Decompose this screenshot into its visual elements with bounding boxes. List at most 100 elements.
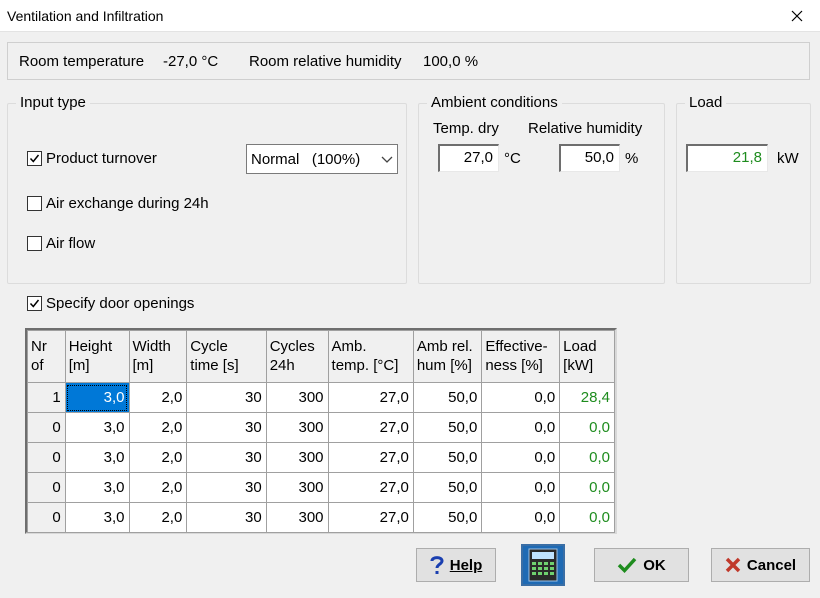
column-header-line: Load	[563, 338, 597, 355]
load-cell: 0,0	[559, 442, 615, 473]
nr-of-cell: 1	[27, 382, 66, 413]
table-cell[interactable]: 300	[265, 412, 329, 443]
column-header-line: Amb rel.	[416, 338, 473, 355]
air-flow-label: Air flow	[46, 235, 96, 252]
table-cell[interactable]: 30	[186, 442, 267, 473]
table-cell[interactable]: 2,0	[128, 472, 188, 503]
air-exchange-checkbox[interactable]: Air exchange during 24h	[27, 195, 209, 212]
table-cell[interactable]: 3,0	[64, 502, 130, 533]
column-header: Width [m]	[128, 330, 188, 383]
checkbox-box[interactable]	[27, 296, 42, 311]
temp-dry-field[interactable]: 27,0	[438, 144, 499, 172]
product-turnover-label: Product turnover	[46, 150, 157, 167]
column-header-line: temp. [°C]	[331, 357, 399, 374]
checkbox-box[interactable]	[27, 236, 42, 251]
temp-unit: °C	[504, 150, 521, 167]
load-cell: 0,0	[559, 472, 615, 503]
checkbox-box[interactable]	[27, 151, 42, 166]
help-button[interactable]: Help	[416, 548, 496, 582]
calculator-button[interactable]	[521, 544, 565, 586]
column-header: Nr of	[27, 330, 66, 383]
table-cell[interactable]: 50,0	[412, 412, 483, 443]
title-bar: Ventilation and Infiltration	[0, 0, 820, 32]
table-cell[interactable]: 30	[186, 412, 267, 443]
table-cell[interactable]: 0,0	[481, 382, 561, 413]
column-header: Effective-ness [%]	[481, 330, 561, 383]
room-temperature-label: Room temperature	[19, 53, 145, 70]
ok-button[interactable]: OK	[594, 548, 689, 582]
table-row: 0 3,0 2,0 30 300 27,0 50,0 0,0 0,0	[27, 472, 615, 503]
column-header: Height [m]	[64, 330, 130, 383]
table-cell[interactable]: 30	[186, 382, 267, 413]
door-openings-table: Nr of Height [m] Width [m] Cycle time [s] Cycles…	[27, 330, 615, 533]
air-flow-checkbox[interactable]: Air flow	[27, 235, 95, 252]
room-status-bar: Room temperature -27,0 °C Room relative …	[7, 42, 810, 80]
room-temperature-value: -27,0 °C	[163, 53, 219, 70]
checkmark-icon	[29, 154, 40, 163]
table-cell[interactable]: 27,0	[327, 502, 414, 533]
table-cell[interactable]: 27,0	[327, 442, 414, 473]
relative-humidity-field[interactable]: 50,0	[559, 144, 620, 172]
table-row: 0 3,0 2,0 30 300 27,0 50,0 0,0 0,0	[27, 412, 615, 443]
relative-humidity-label: Relative humidity	[528, 120, 643, 137]
air-exchange-label: Air exchange during 24h	[46, 195, 209, 212]
table-cell[interactable]: 2,0	[128, 382, 188, 413]
checkmark-icon	[29, 299, 40, 308]
table-cell[interactable]: 2,0	[128, 412, 188, 443]
table-cell[interactable]: 2,0	[128, 442, 188, 473]
nr-of-cell: 0	[27, 442, 66, 473]
table-cell[interactable]: 3,0	[64, 442, 130, 473]
table-cell[interactable]: 50,0	[412, 382, 483, 413]
column-header: Amb. temp. [°C]	[327, 330, 414, 383]
column-header-line: Cycles	[269, 338, 315, 355]
table-cell[interactable]: 50,0	[412, 472, 483, 503]
load-group-label: Load	[685, 94, 727, 111]
humidity-unit: %	[625, 150, 639, 167]
table-cell[interactable]: 27,0	[327, 382, 414, 413]
column-header-line: Width	[132, 338, 171, 355]
column-header-line: ness [%]	[485, 357, 543, 374]
help-button-label: Help	[449, 556, 483, 574]
door-openings-grid: Nr of Height [m] Width [m] Cycle time [s] Cycles…	[25, 328, 617, 534]
product-turnover-checkbox[interactable]: Product turnover	[27, 150, 157, 167]
table-cell[interactable]: 300	[265, 382, 329, 413]
table-cell[interactable]: 50,0	[412, 502, 483, 533]
table-cell[interactable]: 2,0	[128, 502, 188, 533]
table-cell[interactable]: 300	[265, 442, 329, 473]
table-cell[interactable]: 3,0	[64, 382, 130, 413]
column-header-line: [m]	[132, 357, 154, 374]
checkmark-icon	[618, 557, 637, 573]
table-cell[interactable]: 3,0	[64, 412, 130, 443]
specify-door-openings-checkbox[interactable]: Specify door openings	[27, 295, 194, 312]
table-cell[interactable]: 27,0	[327, 472, 414, 503]
table-cell[interactable]: 0,0	[481, 472, 561, 503]
column-header: Load [kW]	[559, 330, 615, 383]
column-header-line: Cycle	[190, 338, 228, 355]
load-cell: 0,0	[559, 502, 615, 533]
table-cell[interactable]: 30	[186, 502, 267, 533]
close-button[interactable]	[774, 0, 820, 32]
column-header-line: [kW]	[563, 357, 594, 374]
table-cell[interactable]: 50,0	[412, 442, 483, 473]
checkbox-box[interactable]	[27, 196, 42, 211]
column-header-line: of	[31, 357, 44, 374]
table-cell[interactable]: 30	[186, 472, 267, 503]
room-humidity-label: Room relative humidity	[249, 53, 402, 70]
load-unit: kW	[777, 150, 799, 167]
table-cell[interactable]: 27,0	[327, 412, 414, 443]
table-cell[interactable]: 300	[265, 472, 329, 503]
column-header-line: Amb.	[331, 338, 367, 355]
table-row: 1 3,0 2,0 30 300 27,0 50,0 0,0 28,4	[27, 382, 615, 413]
table-cell[interactable]: 3,0	[64, 472, 130, 503]
cancel-button[interactable]: Cancel	[711, 548, 810, 582]
turnover-select[interactable]: Normal (100%)	[246, 144, 398, 174]
close-icon	[725, 557, 741, 573]
table-cell[interactable]: 0,0	[481, 412, 561, 443]
table-cell[interactable]: 0,0	[481, 442, 561, 473]
column-header-line: [m]	[68, 357, 90, 374]
window-title: Ventilation and Infiltration	[7, 8, 164, 24]
table-cell[interactable]: 300	[265, 502, 329, 533]
column-header: Cycles 24h	[265, 330, 329, 383]
table-cell[interactable]: 0,0	[481, 502, 561, 533]
column-header-line: time [s]	[190, 357, 239, 374]
